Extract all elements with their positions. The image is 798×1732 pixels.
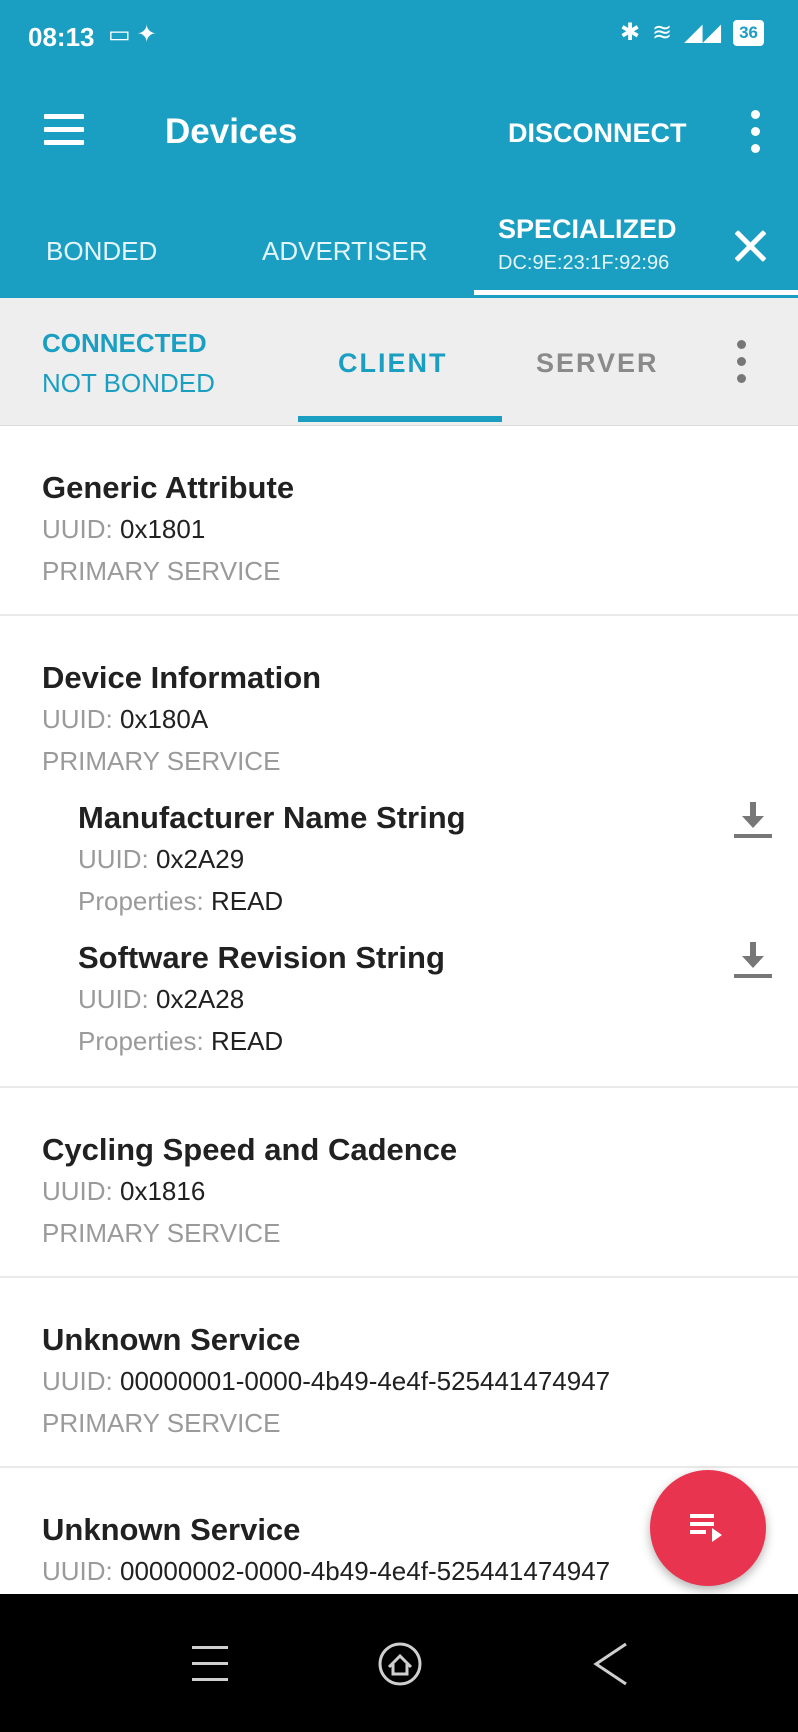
service-name: Generic Attribute: [42, 470, 295, 505]
uuid-value: 0x1816: [120, 1176, 206, 1206]
characteristic-item[interactable]: Software Revision String UUID: 0x2A28 Pr…: [42, 922, 798, 1086]
service-uuid: UUID: 0x1801: [42, 508, 798, 550]
uuid-value: 00000002-0000-4b49-4e4f-525441474947: [120, 1556, 611, 1586]
uuid-label: UUID:: [42, 1366, 113, 1396]
more-vert-icon[interactable]: [744, 108, 768, 156]
wifi-icon: ≋: [652, 19, 673, 46]
characteristic-properties: Properties: READ: [78, 880, 798, 922]
device-tabs: BONDED ADVERTISER SPECIALIZED DC:9E:23:1…: [0, 196, 798, 298]
properties-value: READ: [210, 1026, 284, 1056]
tab-server[interactable]: SERVER: [536, 348, 659, 379]
bond-state: NOT BONDED: [42, 368, 215, 398]
log-fab-button[interactable]: [650, 1470, 766, 1586]
uuid-value: 0x1801: [120, 514, 206, 544]
navigation-bar: [0, 1594, 798, 1732]
service-item[interactable]: Cycling Speed and Cadence UUID: 0x1816 P…: [0, 1088, 798, 1278]
tab-client[interactable]: CLIENT: [338, 348, 448, 379]
disconnect-button[interactable]: DISCONNECT: [508, 118, 687, 149]
battery-icon: 36: [733, 19, 764, 46]
app-bar: Devices DISCONNECT: [0, 68, 798, 196]
download-icon[interactable]: [732, 800, 774, 840]
service-item[interactable]: Generic Attribute UUID: 0x1801 PRIMARY S…: [0, 426, 798, 616]
service-item[interactable]: Unknown Service UUID: 00000001-0000-4b49…: [0, 1278, 798, 1468]
service-uuid: UUID: 0x1816: [42, 1170, 798, 1212]
service-name: Device Information: [42, 660, 322, 695]
properties-label: Properties:: [78, 886, 204, 916]
uuid-label: UUID:: [42, 514, 113, 544]
menu-icon[interactable]: [44, 114, 88, 150]
characteristic-uuid: UUID: 0x2A28: [78, 978, 798, 1020]
uuid-label: UUID:: [42, 1556, 113, 1586]
page-title: Devices: [165, 112, 298, 151]
uuid-value: 0x2A29: [156, 844, 245, 874]
properties-label: Properties:: [78, 1026, 204, 1056]
characteristic-name: Software Revision String: [78, 940, 445, 975]
service-item[interactable]: Device Information UUID: 0x180A PRIMARY …: [0, 616, 798, 1088]
properties-value: READ: [210, 886, 284, 916]
service-type: PRIMARY SERVICE: [42, 1218, 281, 1248]
characteristic-properties: Properties: READ: [78, 1020, 798, 1062]
status-time: 08:13: [28, 22, 95, 52]
service-uuid: UUID: 00000001-0000-4b49-4e4f-5254414749…: [42, 1360, 798, 1402]
uuid-label: UUID:: [42, 704, 113, 734]
tab-specialized[interactable]: SPECIALIZED: [498, 214, 677, 245]
service-list: Generic Attribute UUID: 0x1801 PRIMARY S…: [0, 426, 798, 1594]
service-name: Unknown Service: [42, 1322, 301, 1357]
service-type: PRIMARY SERVICE: [42, 746, 281, 776]
status-icons: ✱ ≋ ◢◢ 36: [620, 18, 764, 47]
characteristic-name: Manufacturer Name String: [78, 800, 466, 835]
more-vert-icon[interactable]: [730, 338, 754, 386]
device-address: DC:9E:23:1F:92:96: [498, 252, 670, 274]
bluetooth-icon: ✱: [619, 19, 641, 46]
home-icon[interactable]: [370, 1634, 430, 1694]
uuid-label: UUID:: [42, 1176, 113, 1206]
tab-indicator: [298, 416, 502, 422]
back-icon[interactable]: [582, 1634, 642, 1694]
characteristic-item[interactable]: Manufacturer Name String UUID: 0x2A29 Pr…: [42, 782, 798, 922]
tab-bonded[interactable]: BONDED: [46, 236, 157, 267]
service-type: PRIMARY SERVICE: [42, 1408, 281, 1438]
tab-indicator: [474, 290, 798, 295]
uuid-label: UUID:: [78, 844, 149, 874]
playlist-icon: [690, 1514, 722, 1542]
tab-advertiser[interactable]: ADVERTISER: [262, 236, 428, 267]
uuid-value: 0x180A: [120, 704, 209, 734]
signal-icon: ◢◢: [684, 19, 722, 46]
download-icon[interactable]: [732, 940, 774, 980]
service-type: PRIMARY SERVICE: [42, 556, 281, 586]
close-icon[interactable]: [730, 226, 770, 266]
connection-state: CONNECTED: [42, 328, 207, 358]
characteristic-uuid: UUID: 0x2A29: [78, 838, 798, 880]
recent-apps-icon[interactable]: [182, 1634, 242, 1694]
status-bar: 08:13 ▭✦ ✱ ≋ ◢◢ 36: [0, 0, 798, 68]
notification-icons: ▭✦: [108, 21, 163, 48]
uuid-value: 00000001-0000-4b49-4e4f-525441474947: [120, 1366, 611, 1396]
connection-bar: CONNECTED NOT BONDED CLIENT SERVER: [0, 298, 798, 426]
service-name: Cycling Speed and Cadence: [42, 1132, 458, 1167]
uuid-label: UUID:: [78, 984, 149, 1014]
service-uuid: UUID: 0x180A: [42, 698, 798, 740]
uuid-value: 0x2A28: [156, 984, 245, 1014]
